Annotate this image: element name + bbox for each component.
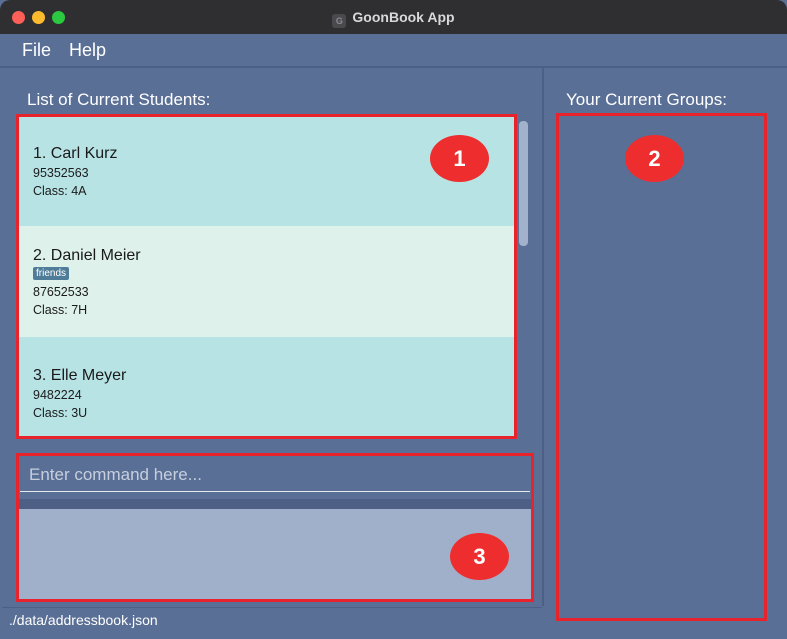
annotation-badge-3: 3	[450, 533, 509, 580]
window-title: G GoonBook App	[0, 9, 787, 28]
menu-help[interactable]: Help	[69, 40, 106, 61]
students-heading: List of Current Students:	[27, 90, 211, 109]
menu-file[interactable]: File	[22, 40, 51, 61]
annotation-badge-1: 1	[430, 135, 489, 182]
app-window: G GoonBook App File Help List of Current …	[0, 0, 787, 639]
status-file-path: ./data/addressbook.json	[9, 612, 158, 628]
student-list-scroll-thumb[interactable]	[519, 121, 528, 246]
window-title-text: GoonBook App	[352, 9, 455, 25]
goonbook-logo-icon: G	[332, 14, 347, 28]
annotation-box-3	[16, 453, 534, 602]
annotation-box-2	[556, 113, 767, 621]
title-bar: G GoonBook App	[0, 0, 787, 34]
annotation-badge-2: 2	[625, 135, 684, 182]
menu-bar: File Help	[0, 34, 787, 68]
groups-heading: Your Current Groups:	[566, 90, 727, 109]
